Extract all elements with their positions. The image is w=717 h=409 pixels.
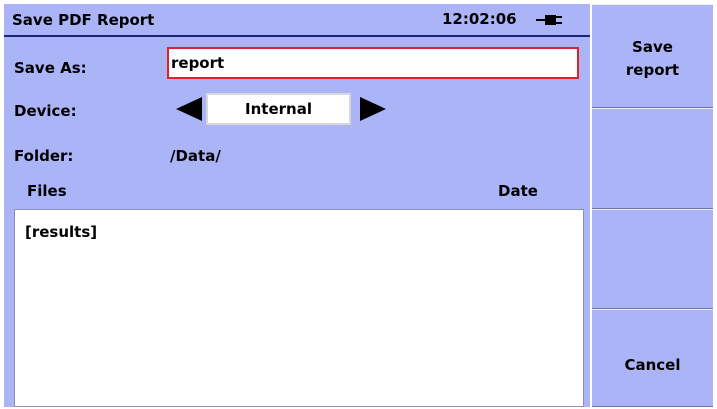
files-column-header: Files	[27, 182, 67, 200]
softkey-2-button[interactable]	[592, 108, 713, 209]
save-report-label-line2: report	[625, 61, 680, 79]
file-list[interactable]: [results]	[14, 209, 584, 407]
plug-icon	[536, 15, 562, 25]
softkey-3-button[interactable]	[592, 209, 713, 309]
save-pdf-report-screen: Save PDF Report 12:02:06 Save As: report…	[0, 0, 717, 409]
main-panel: Save PDF Report 12:02:06 Save As: report…	[4, 4, 590, 407]
folder-path: /Data/	[170, 147, 221, 165]
save-as-field[interactable]: report	[167, 47, 579, 79]
arrow-right-icon[interactable]	[360, 97, 386, 121]
save-report-button[interactable]: Save report	[592, 4, 713, 108]
save-report-label-line1: Save	[632, 38, 673, 56]
save-as-label: Save As:	[14, 59, 87, 77]
device-label: Device:	[14, 102, 77, 120]
folder-label: Folder:	[14, 147, 74, 165]
clock: 12:02:06	[442, 10, 517, 28]
title-bar: Save PDF Report 12:02:06	[4, 4, 590, 37]
device-selector[interactable]: Internal	[206, 93, 351, 125]
list-item[interactable]: [results]	[25, 223, 97, 241]
date-column-header: Date	[498, 182, 538, 200]
arrow-left-icon[interactable]	[176, 97, 202, 121]
page-title: Save PDF Report	[12, 11, 155, 29]
save-as-value: report	[171, 54, 225, 72]
cancel-label: Cancel	[624, 356, 681, 374]
softkey-panel: Save report Cancel	[592, 4, 713, 407]
device-value: Internal	[245, 100, 312, 118]
cancel-button[interactable]: Cancel	[592, 309, 713, 407]
